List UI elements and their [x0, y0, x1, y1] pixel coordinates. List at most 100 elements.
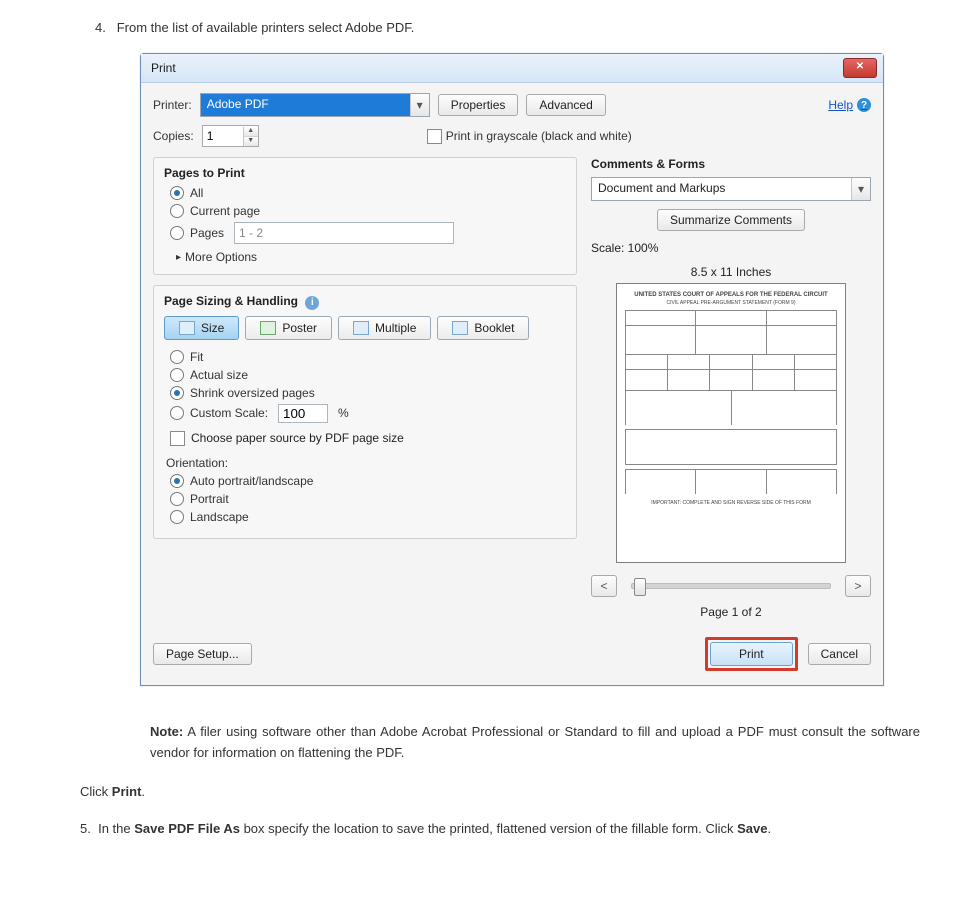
seg-booklet[interactable]: Booklet [437, 316, 529, 340]
page-preview: UNITED STATES COURT OF APPEALS FOR THE F… [616, 283, 846, 563]
orientation-label: Orientation: [166, 456, 566, 470]
landscape-label: Landscape [190, 510, 249, 524]
radio-icon [170, 386, 184, 400]
grayscale-label: Print in grayscale (black and white) [446, 129, 632, 143]
step5-line: 5. In the Save PDF File As box specify t… [80, 819, 920, 840]
note-paragraph: Note: A filer using software other than … [150, 722, 920, 764]
radio-icon [170, 510, 184, 524]
seg-multiple-label: Multiple [375, 321, 416, 335]
opt-portrait[interactable]: Portrait [170, 492, 566, 506]
step5-bold2: Save [737, 821, 767, 836]
percent-label: % [338, 406, 349, 420]
sizing-title: Page Sizing & Handling i [164, 294, 566, 310]
close-button[interactable]: ✕ [843, 58, 877, 78]
opt-shrink[interactable]: Shrink oversized pages [170, 386, 566, 400]
click-print-period: . [141, 784, 145, 799]
paper-size-label: 8.5 x 11 Inches [591, 265, 871, 279]
grayscale-option[interactable]: Print in grayscale (black and white) [427, 129, 632, 144]
page-indicator: Page 1 of 2 [591, 605, 871, 619]
radio-icon [170, 186, 184, 200]
custom-scale-input[interactable] [278, 404, 328, 423]
print-button-highlight: Print [705, 637, 798, 671]
seg-poster-label: Poster [282, 321, 317, 335]
opt-landscape[interactable]: Landscape [170, 510, 566, 524]
dialog-title: Print [151, 61, 176, 75]
slider-thumb[interactable] [634, 578, 646, 596]
radio-icon [170, 406, 184, 420]
auto-orient-label: Auto portrait/landscape [190, 474, 313, 488]
opt-all[interactable]: All [170, 186, 566, 200]
click-print-bold: Print [112, 784, 142, 799]
step5-number: 5. [80, 821, 91, 836]
summarize-comments-button[interactable]: Summarize Comments [657, 209, 805, 231]
step4-text: From the list of available printers sele… [117, 20, 415, 35]
opt-fit[interactable]: Fit [170, 350, 566, 364]
next-page-button[interactable]: > [845, 575, 871, 597]
opt-actual-label: Actual size [190, 368, 248, 382]
sizing-group: Page Sizing & Handling i Size Poster [153, 285, 577, 539]
portrait-label: Portrait [190, 492, 229, 506]
opt-custom-scale[interactable]: Custom Scale: % [170, 404, 566, 423]
opt-auto-orient[interactable]: Auto portrait/landscape [170, 474, 566, 488]
page-slider[interactable] [631, 583, 831, 589]
triangle-right-icon: ▸ [176, 252, 181, 263]
pages-range-input[interactable] [234, 222, 454, 244]
seg-poster[interactable]: Poster [245, 316, 332, 340]
pages-title: Pages to Print [164, 166, 566, 180]
seg-booklet-label: Booklet [474, 321, 514, 335]
copies-input[interactable] [203, 127, 243, 145]
paper-source-option[interactable]: Choose paper source by PDF page size [170, 431, 566, 446]
copies-label: Copies: [153, 129, 194, 143]
note-text: A filer using software other than Adobe … [150, 724, 920, 760]
titlebar: Print ✕ [141, 54, 883, 83]
checkbox-icon [170, 431, 185, 446]
note-label: Note: [150, 724, 183, 739]
step4-line: 4. From the list of available printers s… [95, 20, 935, 35]
checkbox-icon [427, 129, 442, 144]
opt-actual[interactable]: Actual size [170, 368, 566, 382]
prev-page-button[interactable]: < [591, 575, 617, 597]
opt-shrink-label: Shrink oversized pages [190, 386, 315, 400]
radio-icon [170, 204, 184, 218]
scale-label: Scale: 100% [591, 241, 871, 255]
cancel-button[interactable]: Cancel [808, 643, 871, 665]
help-link[interactable]: Help ? [828, 98, 871, 112]
click-print-pre: Click [80, 784, 112, 799]
comments-forms-title: Comments & Forms [591, 157, 871, 171]
advanced-button[interactable]: Advanced [526, 94, 605, 116]
spin-down-icon[interactable]: ▼ [244, 137, 258, 146]
cf-value: Document and Markups [592, 178, 851, 200]
opt-pages[interactable]: Pages [170, 222, 566, 244]
seg-size[interactable]: Size [164, 316, 239, 340]
printer-value: Adobe PDF [201, 94, 410, 116]
comments-forms-dropdown[interactable]: Document and Markups ▾ [591, 177, 871, 201]
step5-period: . [767, 821, 771, 836]
page-setup-button[interactable]: Page Setup... [153, 643, 252, 665]
radio-icon [170, 474, 184, 488]
copies-stepper[interactable]: ▲ ▼ [202, 125, 259, 147]
click-print-line: Click Print. [80, 784, 935, 799]
printer-label: Printer: [153, 98, 192, 112]
more-options[interactable]: ▸ More Options [176, 250, 566, 264]
chevron-down-icon: ▾ [851, 178, 870, 200]
print-dialog: Print ✕ Printer: Adobe PDF ▾ Properties … [140, 53, 884, 686]
step5-pre: In the [98, 821, 134, 836]
opt-pages-label: Pages [190, 226, 224, 240]
step4-number: 4. [95, 20, 106, 35]
info-icon[interactable]: i [305, 296, 319, 310]
step5-bold1: Save PDF File As [134, 821, 240, 836]
custom-scale-label: Custom Scale: [190, 406, 268, 420]
properties-button[interactable]: Properties [438, 94, 519, 116]
seg-multiple[interactable]: Multiple [338, 316, 431, 340]
spin-up-icon[interactable]: ▲ [244, 127, 258, 137]
multiple-icon [353, 321, 369, 335]
help-text: Help [828, 98, 853, 112]
paper-source-label: Choose paper source by PDF page size [191, 431, 404, 445]
opt-current[interactable]: Current page [170, 204, 566, 218]
seg-size-label: Size [201, 321, 224, 335]
step5-mid: box specify the location to save the pri… [240, 821, 737, 836]
print-button[interactable]: Print [710, 642, 793, 666]
poster-icon [260, 321, 276, 335]
sizing-title-text: Page Sizing & Handling [164, 294, 298, 308]
printer-dropdown[interactable]: Adobe PDF ▾ [200, 93, 430, 117]
